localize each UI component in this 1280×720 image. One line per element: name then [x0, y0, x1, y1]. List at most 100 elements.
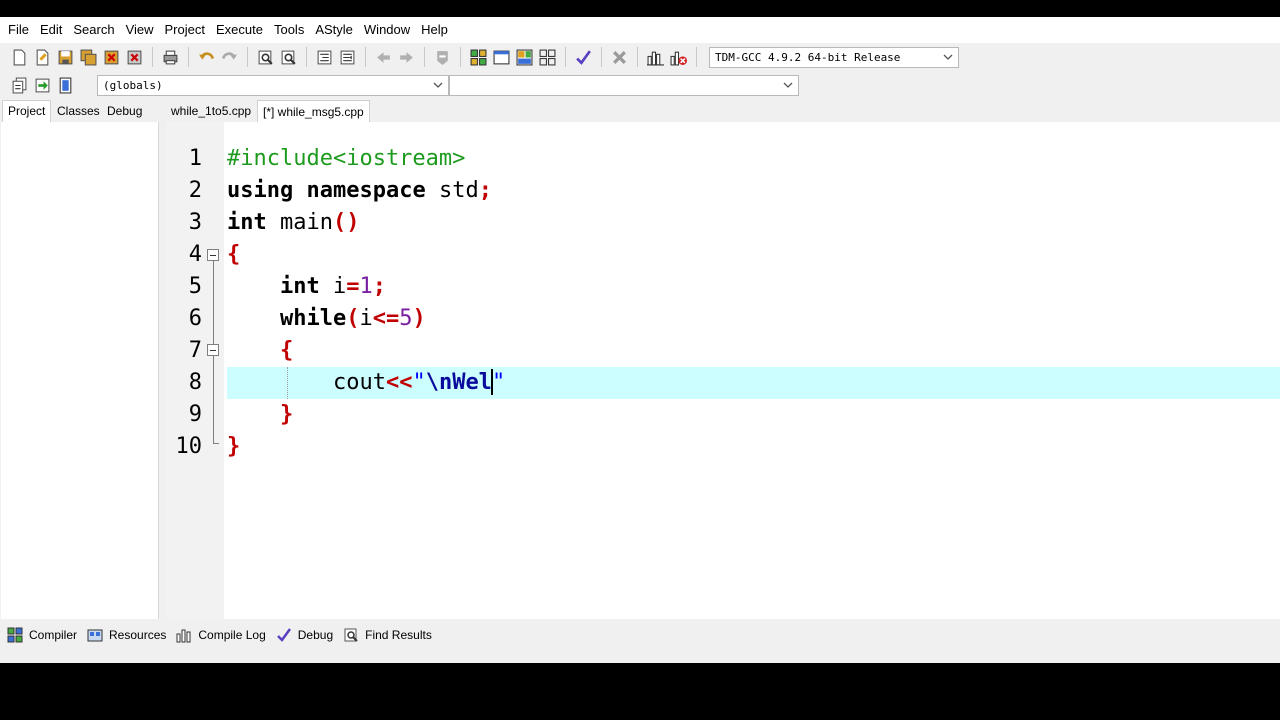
replace-button[interactable]: [277, 46, 300, 68]
goto-line-button[interactable]: [54, 74, 77, 96]
menu-edit[interactable]: Edit: [36, 17, 66, 43]
tab-debug[interactable]: Debug: [102, 100, 147, 122]
tabs-row: Project Classes Debug while_1to5.cpp [*]…: [0, 100, 1280, 122]
line-number: 7: [188, 338, 202, 363]
close-all-icon: [127, 50, 142, 64]
menu-view[interactable]: View: [122, 17, 158, 43]
unindent-button[interactable]: [336, 46, 359, 68]
compile-run-button[interactable]: [513, 46, 536, 68]
line-number: 2: [188, 178, 202, 203]
tab-find-results[interactable]: Find Results: [343, 627, 432, 643]
menu-search[interactable]: Search: [69, 17, 118, 43]
indent-button[interactable]: [313, 46, 336, 68]
indent-icon: [317, 50, 332, 64]
token-int: int: [227, 210, 267, 235]
toolbar-separator: [247, 47, 248, 67]
syntax-check-button[interactable]: [572, 46, 595, 68]
tab-compile-log[interactable]: Compile Log: [176, 627, 266, 643]
close-all-button[interactable]: [123, 46, 146, 68]
new-file-icon: [13, 49, 26, 65]
class-toolbar: (globals): [0, 71, 800, 99]
menu-astyle[interactable]: AStyle: [311, 17, 357, 43]
line-number: 4: [188, 242, 202, 267]
code-area[interactable]: #include<iostream> using namespace std; …: [227, 122, 1280, 619]
token-cout: cout: [332, 370, 386, 395]
bar-chart-icon: [176, 629, 191, 643]
code-line-8-current: cout<<"\nWel": [227, 367, 1280, 399]
run-icon: [493, 50, 510, 64]
menu-help[interactable]: Help: [417, 17, 452, 43]
tab-compile-log-label: Compile Log: [198, 628, 266, 642]
token-i: i: [319, 274, 347, 299]
token-open-brace: {: [227, 242, 241, 267]
token-close-brace: }: [279, 402, 294, 427]
token-parens: (): [332, 210, 360, 235]
close-icon: [613, 50, 626, 64]
toolbar-separator: [152, 47, 153, 67]
tab-project[interactable]: Project: [2, 100, 52, 122]
token-using: using: [227, 178, 294, 203]
tab-find-results-label: Find Results: [365, 628, 432, 642]
toolbar-separator: [565, 47, 566, 67]
line-number: 8: [188, 370, 202, 395]
tab-while-msg5[interactable]: [*] while_msg5.cpp: [257, 100, 370, 122]
compiler-select-value: TDM-GCC 4.9.2 64-bit Release: [715, 50, 901, 64]
token-std: std: [425, 178, 479, 203]
compile-button[interactable]: [467, 46, 490, 68]
compiler-grid-icon: [7, 627, 23, 643]
project-panel[interactable]: [1, 122, 159, 619]
save-button[interactable]: [54, 46, 77, 68]
tab-compiler-label: Compiler: [29, 628, 78, 642]
code-line-5: int i=1;: [227, 271, 1280, 303]
rebuild-all-button[interactable]: [536, 46, 559, 68]
close-file-icon: [104, 50, 119, 64]
chevron-down-icon: [943, 54, 953, 60]
fold-toggle-while[interactable]: [207, 344, 219, 356]
code-editor[interactable]: 1 2 3 4 5 6 7 8 9 10 #include<iostream> …: [166, 122, 1280, 619]
forward-button[interactable]: [395, 46, 418, 68]
stop-execution-button[interactable]: [608, 46, 631, 68]
profile-button[interactable]: [644, 46, 667, 68]
insert-button[interactable]: [8, 74, 31, 96]
toggle-bookmark-button[interactable]: [431, 46, 454, 68]
delete-profile-button[interactable]: [667, 46, 690, 68]
run-button[interactable]: [490, 46, 513, 68]
find-button[interactable]: [254, 46, 277, 68]
undo-button[interactable]: [195, 46, 218, 68]
redo-button[interactable]: [218, 46, 241, 68]
indent-guide: [287, 367, 288, 399]
open-button[interactable]: [31, 46, 54, 68]
tab-classes[interactable]: Classes: [52, 100, 105, 122]
menu-execute[interactable]: Execute: [212, 17, 267, 43]
token-number-1: 1: [359, 274, 373, 299]
tab-resources[interactable]: Resources: [87, 627, 166, 643]
back-button[interactable]: [372, 46, 395, 68]
compiler-select[interactable]: TDM-GCC 4.9.2 64-bit Release: [709, 46, 959, 68]
status-bar: [0, 651, 1280, 663]
tab-while-1to5[interactable]: while_1to5.cpp: [166, 100, 256, 122]
code-line-9: }: [227, 399, 1280, 431]
menu-file[interactable]: File: [4, 17, 33, 43]
tab-compiler[interactable]: Compiler: [7, 627, 77, 643]
open-icon: [36, 49, 49, 65]
toggle-goto-button[interactable]: [31, 74, 54, 96]
new-file-button[interactable]: [8, 46, 31, 68]
close-file-button[interactable]: [100, 46, 123, 68]
print-button[interactable]: [159, 46, 182, 68]
tab-debug-output[interactable]: Debug: [276, 627, 333, 643]
symbol-select[interactable]: [449, 74, 799, 96]
save-all-button[interactable]: [77, 46, 100, 68]
code-line-10: }: [227, 431, 1280, 463]
redo-icon: [221, 51, 237, 60]
menu-window[interactable]: Window: [360, 17, 414, 43]
token-open-paren: (: [346, 306, 360, 331]
fold-end: [212, 443, 219, 444]
toolbar-separator: [637, 47, 638, 67]
fold-toggle-main[interactable]: [207, 249, 219, 261]
menu-tools[interactable]: Tools: [270, 17, 308, 43]
token-while: while: [279, 306, 347, 331]
line-number: 9: [188, 402, 202, 427]
menu-project[interactable]: Project: [161, 17, 209, 43]
token-i: i: [359, 306, 373, 331]
scope-select[interactable]: (globals): [97, 74, 449, 96]
